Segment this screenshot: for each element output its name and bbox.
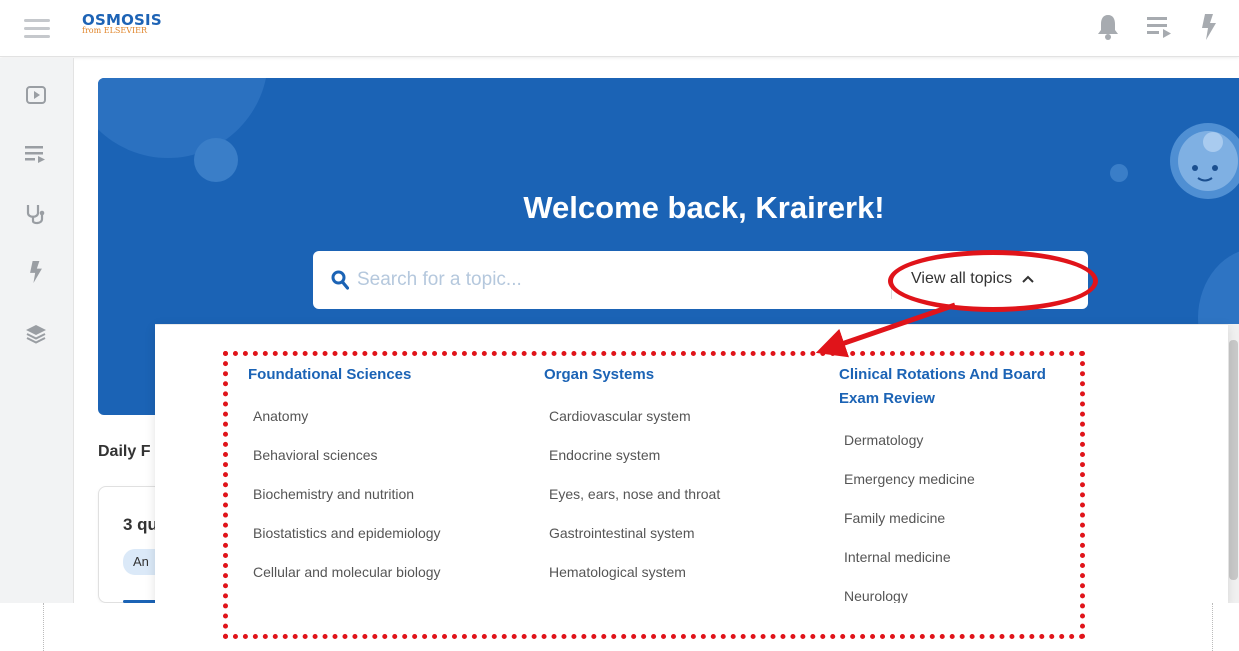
layers-icon[interactable]: [22, 320, 50, 348]
playlist-icon[interactable]: [22, 140, 50, 168]
annotation-dotted-box: [223, 351, 1085, 639]
search-icon: [331, 270, 350, 294]
search-input[interactable]: [357, 263, 877, 297]
osmosis-logo[interactable]: OSMOSIS from ELSEVIER: [82, 11, 162, 49]
annotation-ellipse: [888, 250, 1098, 312]
welcome-heading: Welcome back, Krairerk!: [523, 190, 885, 225]
decorative-circle: [98, 78, 268, 158]
decorative-circle: [194, 138, 238, 182]
bell-icon[interactable]: [1097, 14, 1119, 40]
video-icon[interactable]: [22, 81, 50, 109]
stethoscope-icon[interactable]: [22, 200, 50, 228]
lightning-icon[interactable]: [22, 258, 50, 286]
hamburger-menu-icon[interactable]: [24, 19, 50, 39]
guide-line: [43, 603, 44, 651]
daily-section-title: Daily F: [98, 443, 151, 460]
scrollbar-thumb[interactable]: [1229, 340, 1238, 580]
guide-line: [1212, 603, 1213, 651]
decorative-circle: [1110, 164, 1128, 182]
card-title: 3 qu: [123, 515, 158, 534]
left-sidebar: [0, 58, 74, 603]
lightning-icon[interactable]: [1201, 14, 1217, 40]
top-bar: OSMOSIS from ELSEVIER: [0, 0, 1239, 57]
mascot-illustration: [1170, 123, 1239, 199]
top-icons: [1097, 12, 1217, 42]
playlist-icon[interactable]: [1147, 16, 1173, 38]
